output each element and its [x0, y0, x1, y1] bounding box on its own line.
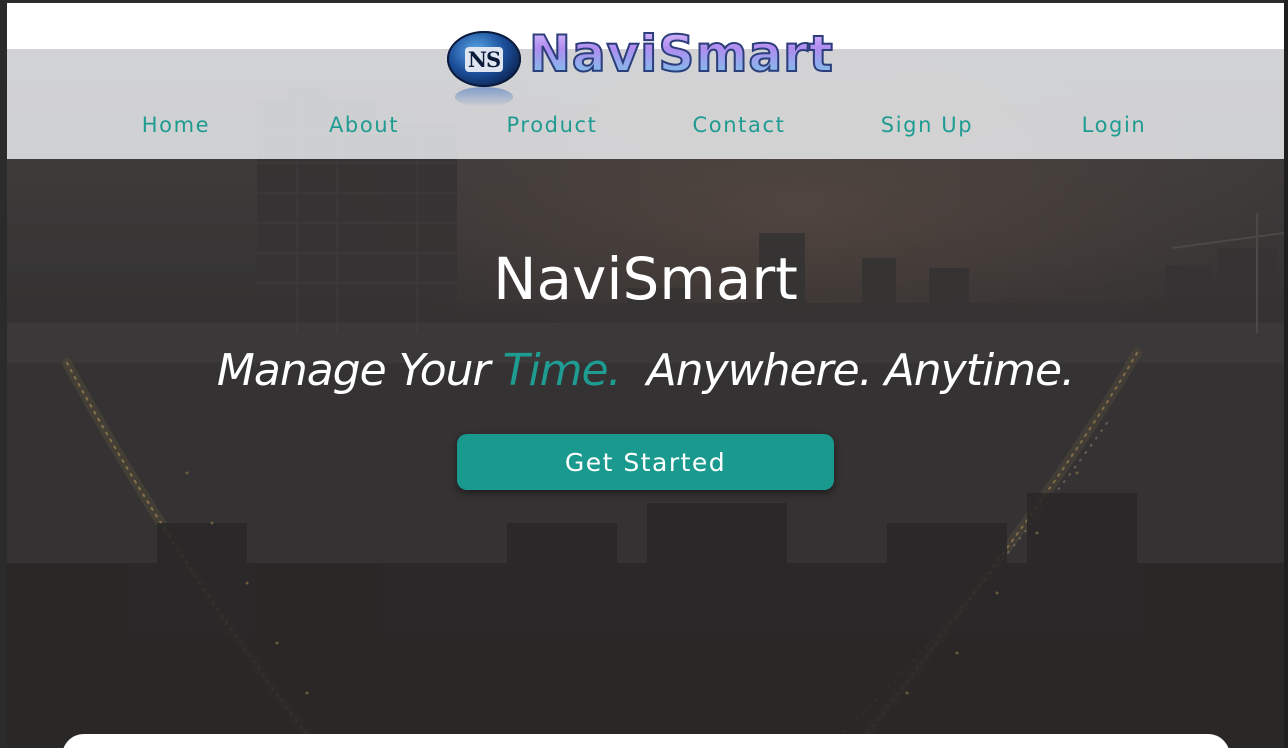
get-started-button[interactable]: Get Started: [457, 434, 834, 490]
tagline-accent: Time.: [502, 345, 622, 396]
nav-home-link[interactable]: Home: [142, 113, 210, 137]
logo-wordmark: NaviSmart: [528, 24, 834, 84]
ns-emblem-icon: NS: [447, 31, 521, 87]
nav-product-link[interactable]: Product: [507, 113, 598, 137]
tagline-part-1: Manage Your: [216, 345, 503, 396]
page-frame: NS NaviSmart Home About Product Contact …: [7, 3, 1284, 748]
window-scrollbar[interactable]: [1284, 0, 1288, 748]
nav-login-link[interactable]: Login: [1082, 113, 1147, 137]
brand-logo[interactable]: NS NaviSmart: [447, 24, 847, 117]
hero-title: NaviSmart: [493, 245, 798, 313]
nav-signup-link[interactable]: Sign Up: [881, 113, 973, 137]
nav-contact-link[interactable]: Contact: [693, 113, 786, 137]
tagline-part-2: Anywhere. Anytime.: [620, 345, 1076, 396]
content-card-top: [62, 734, 1230, 748]
nav-about-link[interactable]: About: [329, 113, 399, 137]
hero-tagline: Manage Your Time. Anywhere. Anytime.: [7, 345, 1284, 396]
logo-badge-text: NS: [464, 46, 504, 72]
main-nav: Home About Product Contact Sign Up Login: [7, 113, 1284, 149]
logo-reflection: [455, 87, 513, 107]
